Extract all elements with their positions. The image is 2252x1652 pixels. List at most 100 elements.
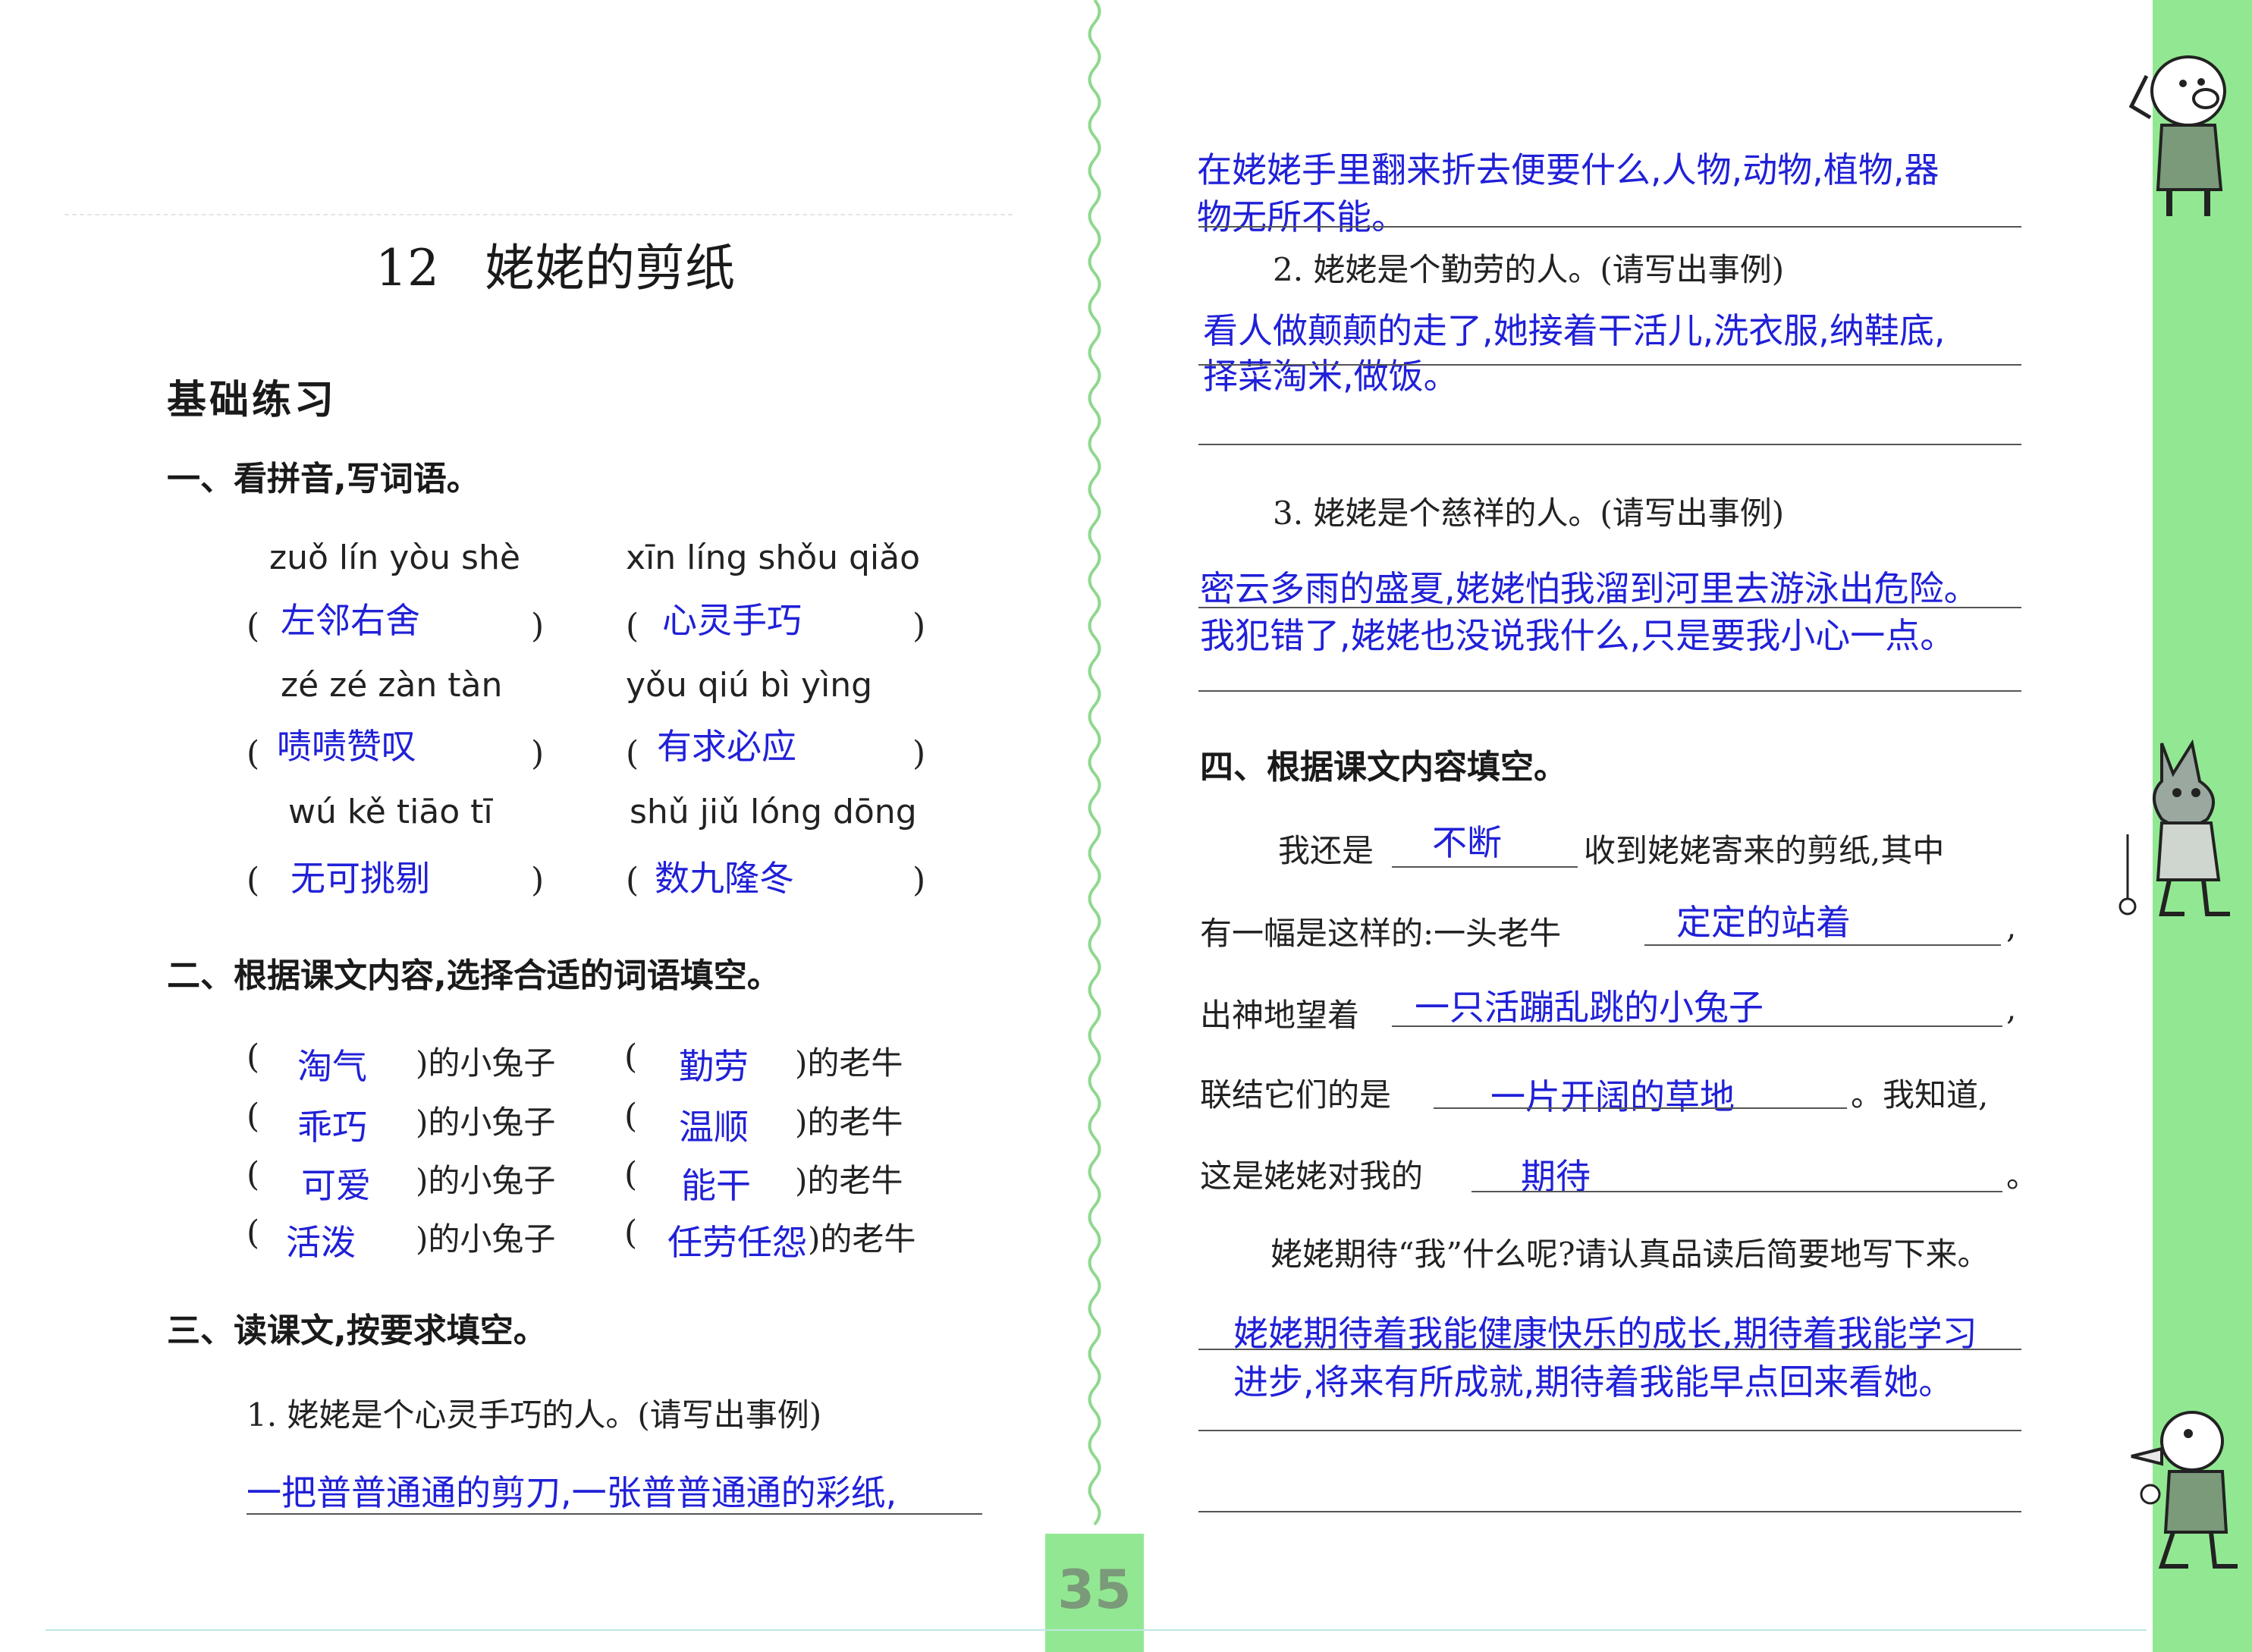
q2-ox-2: 能干 [681,1165,751,1206]
paren-close: ) [531,861,545,900]
wavy-divider-icon [1088,0,1101,1526]
paren-open: ( [624,1155,638,1194]
q4-line4-pre: 联结它们的是 [1200,1076,1392,1113]
q4-line2-pre: 有一幅是这样的:一头老牛 [1200,915,1562,952]
pinyin-5: shǔ jiǔ lóng dōng [630,793,917,831]
pinyin-1: xīn líng shǒu qiǎo [626,539,921,577]
paren-open: ( [247,861,260,900]
paren-open: ( [247,1038,260,1076]
q2-ox-0: 勤劳 [679,1046,749,1087]
pinyin-answer-1: 心灵手巧 [662,600,802,641]
duck-mascot-icon [2131,1411,2238,1569]
q3-2-prompt: 2. 姥姥是个勤劳的人。(请写出事例) [1273,251,1785,288]
period: 。 [2006,1157,2039,1195]
q4-line4-post: 。我知道, [1851,1076,1989,1113]
q4-fill-2: 定定的站着 [1676,902,1851,943]
q1-heading: 一、看拼音,写词语。 [167,460,480,498]
q4-line5-pre: 这是姥姥对我的 [1200,1157,1424,1195]
lesson-title-text: 姥姥的剪纸 [484,239,735,297]
paren-open: ( [626,607,639,645]
paren-close: ) [912,734,926,773]
paren-open: ( [624,1214,638,1252]
q3-1-answer-cont-1: 物无所不能。 [1197,196,1406,237]
fill-line [1644,944,2001,946]
q3-heading: 三、读课文,按要求填空。 [167,1311,547,1350]
pig-mascot-icon [2128,55,2226,216]
pinyin-answer-3: 有求必应 [657,726,796,767]
answer-line [1198,1349,2021,1350]
fill-line [1392,1025,2002,1027]
answer-line [1198,607,2021,608]
q3-1-answer: 一把普普通通的剪刀,一张普普通通的彩纸, [247,1472,897,1513]
q4-line1-pre: 我还是 [1278,832,1374,869]
q4-fill-3: 一只活蹦乱跳的小兔子 [1415,987,1764,1028]
q2-rabbit-suffix: )的小兔子 [416,1162,556,1199]
paren-close: ) [912,607,926,645]
q4-answer-1: 进步,将来有所成就,期待着我能早点回来看她。 [1233,1361,1954,1402]
q2-rabbit-suffix: )的小兔子 [416,1220,556,1258]
paren-close: ) [531,607,545,645]
answer-line [247,1513,982,1515]
q4-prompt: 姥姥期待“我”什么呢?请认真品读后简要地写下来。 [1270,1236,1990,1273]
fill-line [1471,1191,2002,1192]
q2-rabbit-2: 可爱 [301,1165,371,1206]
pinyin-answer-2: 啧啧赞叹 [277,726,416,767]
pinyin-0: zuǒ lín yòu shè [269,539,520,577]
q2-ox-3: 任劳任怨 [667,1222,807,1263]
paren-open: ( [626,861,639,900]
q2-rabbit-3: 活泼 [286,1222,356,1263]
q2-ox-1: 温顺 [679,1107,749,1148]
fill-line [1434,1107,1847,1109]
paren-open: ( [247,1214,260,1252]
comma: , [2006,990,2017,1027]
q2-ox-suffix: )的老牛 [795,1104,903,1141]
q2-ox-suffix: )的老牛 [808,1220,916,1258]
paren-open: ( [626,734,639,773]
q4-line1-post: 收到姥姥寄来的剪纸,其中 [1584,832,1945,869]
q3-3-answer-1: 我犯错了,姥姥也没说我什么,只是要我小心一点。 [1200,615,1955,656]
lesson-title: 12 姥姥的剪纸 [375,228,735,300]
paren-open: ( [247,607,260,645]
answer-line [1198,690,2021,692]
pinyin-2: zé zé zàn tàn [281,666,503,705]
q4-heading: 四、根据课文内容填空。 [1200,748,1567,787]
q4-line3-pre: 出神地望着 [1200,997,1360,1034]
pinyin-answer-5: 数九隆冬 [655,858,794,899]
q2-rabbit-0: 淘气 [297,1046,367,1087]
paren-open: ( [247,734,260,773]
q2-rabbit-suffix: )的小兔子 [416,1104,556,1141]
fill-line [1392,866,1578,868]
q2-rabbit-1: 乖巧 [297,1107,367,1148]
paren-open: ( [624,1038,638,1076]
q2-heading: 二、根据课文内容,选择合适的词语填空。 [167,956,781,995]
answer-line [1198,1430,2021,1431]
pinyin-4: wú kě tiāo tī [288,793,493,831]
answer-line [1198,444,2021,445]
answer-line [1198,1511,2021,1512]
answer-line [1198,226,2021,228]
paren-close: ) [912,861,926,900]
q2-ox-suffix: )的老牛 [795,1162,903,1199]
q3-3-prompt: 3. 姥姥是个慈祥的人。(请写出事例) [1273,495,1785,532]
section-basic: 基础练习 [167,378,338,423]
paren-close: ) [531,734,545,773]
pinyin-answer-4: 无可挑剔 [291,858,430,899]
wolf-mascot-icon [2119,739,2230,916]
header-rule [64,214,1013,215]
page-number: 35 [1057,1559,1132,1621]
q3-3-answer-0: 密云多雨的盛夏,姥姥怕我溜到河里去游泳出危险。 [1200,568,1979,609]
paren-open: ( [624,1097,638,1135]
q2-ox-suffix: )的老牛 [795,1044,903,1082]
q4-fill-1: 不断 [1432,822,1502,863]
comma: , [2006,908,2017,945]
q3-1-answer-cont-0: 在姥姥手里翻来折去便要什么,人物,动物,植物,器 [1197,149,1939,190]
paren-open: ( [247,1097,260,1135]
q3-2-answer-1: 择菜淘米,做饭。 [1203,356,1459,397]
pinyin-answer-0: 左邻右舍 [281,600,420,641]
lesson-number: 12 [375,239,439,297]
bottom-rule [46,1629,2147,1631]
paren-open: ( [247,1155,260,1194]
answer-line [1198,364,2021,366]
q3-1-prompt: 1. 姥姥是个心灵手巧的人。(请写出事例) [247,1396,822,1434]
q2-rabbit-suffix: )的小兔子 [416,1044,556,1082]
